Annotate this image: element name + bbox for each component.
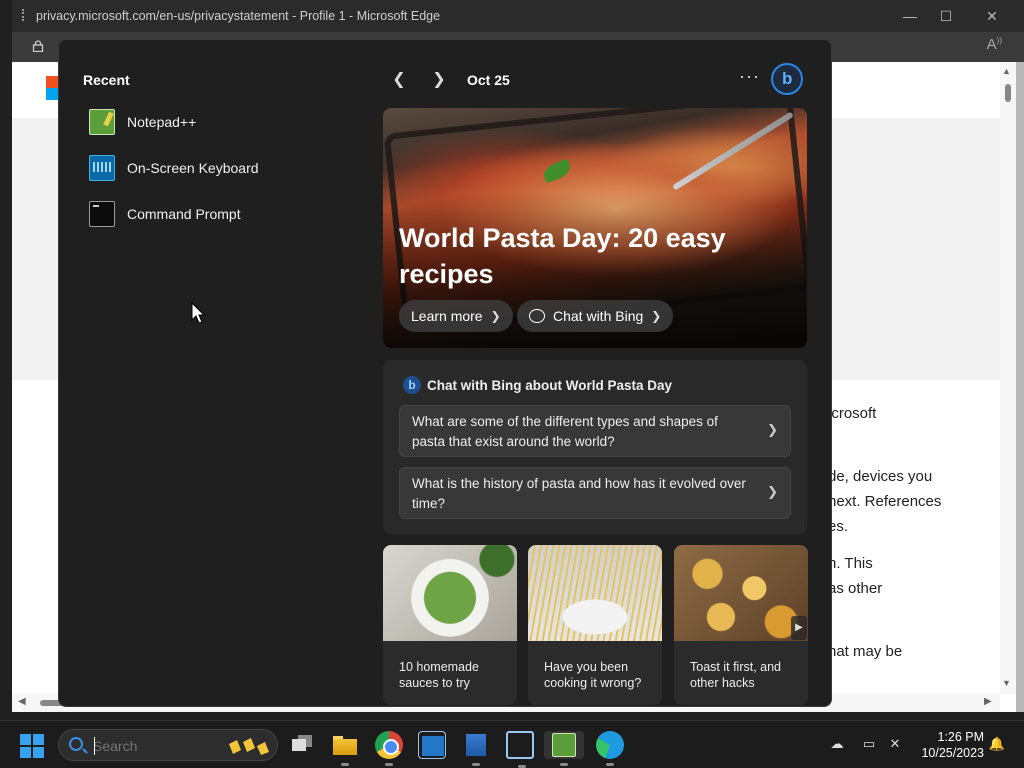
bing-icon[interactable]: b bbox=[771, 63, 803, 95]
recent-heading: Recent bbox=[83, 72, 130, 88]
notepad-plus-plus-icon bbox=[89, 109, 115, 135]
chrome-icon[interactable] bbox=[375, 731, 403, 766]
windows-98-vm-icon[interactable] bbox=[462, 731, 490, 766]
virtualbox-icon[interactable] bbox=[506, 731, 534, 768]
clock-date: 10/25/2023 bbox=[921, 746, 984, 760]
display-icon[interactable]: ▭ bbox=[860, 735, 878, 753]
learn-more-label: Learn more bbox=[411, 308, 483, 324]
chat-card-title: Chat with Bing about World Pasta Day bbox=[427, 377, 673, 393]
bing-chat-card: b Chat with Bing about World Pasta Day W… bbox=[383, 360, 807, 534]
chat-question-button[interactable]: What is the history of pasta and how has… bbox=[399, 467, 791, 519]
weather-icon[interactable]: ☁ bbox=[828, 735, 846, 753]
start-panel: Recent Notepad++ On-Screen Keyboard Comm… bbox=[58, 39, 832, 707]
more-options-button[interactable]: ··· bbox=[739, 66, 760, 87]
maximize-button[interactable]: ☐ bbox=[934, 4, 958, 28]
microsoft-logo bbox=[46, 76, 58, 100]
chat-question-text: What are some of the different types and… bbox=[412, 414, 718, 449]
story-tile-caption: Toast it first, and other hacks bbox=[690, 660, 782, 690]
chat-bubble-icon bbox=[529, 309, 545, 323]
story-tile-caption: 10 homemade sauces to try bbox=[399, 660, 479, 690]
read-aloud-icon[interactable]: A)) bbox=[987, 36, 1002, 53]
scroll-thumb[interactable] bbox=[1005, 84, 1011, 102]
notepad-plus-plus-taskbar-button[interactable] bbox=[544, 731, 584, 766]
system-clock[interactable]: 1:26 PM 10/25/2023 bbox=[912, 729, 984, 761]
toasted-pasta-image bbox=[674, 545, 808, 641]
story-tile-caption: Have you been cooking it wrong? bbox=[544, 660, 642, 690]
browser-title: privacy.microsoft.com/en-us/privacystate… bbox=[36, 9, 441, 23]
page-text: hat may be bbox=[828, 643, 903, 660]
recent-item-label: On-Screen Keyboard bbox=[127, 160, 259, 176]
taskbar-search[interactable] bbox=[58, 729, 278, 761]
scroll-left-icon[interactable]: ◀ bbox=[18, 696, 26, 707]
recent-item-on-screen-keyboard[interactable]: On-Screen Keyboard bbox=[89, 150, 349, 186]
start-button[interactable] bbox=[20, 734, 44, 758]
windows-app-icon[interactable] bbox=[418, 731, 446, 759]
text-caret bbox=[94, 737, 95, 755]
mouse-cursor-icon bbox=[191, 302, 205, 324]
search-icon bbox=[69, 737, 83, 751]
pesto-pasta-image bbox=[383, 545, 517, 641]
chat-question-text: What is the history of pasta and how has… bbox=[412, 476, 746, 511]
desktop-edge bbox=[1016, 62, 1024, 712]
task-view-icon[interactable] bbox=[288, 731, 316, 759]
lock-icon[interactable] bbox=[32, 40, 44, 52]
taskbar: ☁ ▭ ✕ 1:26 PM 10/25/2023 🔔 bbox=[0, 720, 1024, 768]
notification-bell-icon[interactable]: 🔔 bbox=[988, 735, 1006, 753]
scroll-up-icon[interactable]: ▲ bbox=[1002, 66, 1011, 76]
loading-icon bbox=[22, 9, 32, 21]
story-tile[interactable]: 10 homemade sauces to try bbox=[383, 545, 517, 705]
scroll-down-icon[interactable]: ▼ bbox=[1002, 678, 1011, 688]
current-date: Oct 25 bbox=[467, 72, 510, 88]
scroll-right-icon[interactable]: ▶ bbox=[984, 696, 992, 707]
chat-with-bing-label: Chat with Bing bbox=[553, 308, 644, 324]
search-input[interactable] bbox=[93, 737, 213, 755]
minimize-button[interactable]: — bbox=[898, 4, 922, 28]
command-prompt-icon bbox=[89, 201, 115, 227]
browser-titlebar: privacy.microsoft.com/en-us/privacystate… bbox=[12, 0, 1024, 32]
chevron-right-icon: ❯ bbox=[767, 422, 778, 437]
recent-item-notepad-plus-plus[interactable]: Notepad++ bbox=[89, 104, 349, 140]
chevron-right-icon: ❯ bbox=[767, 484, 778, 499]
file-explorer-icon[interactable] bbox=[331, 731, 359, 766]
story-tile[interactable]: Have you been cooking it wrong? bbox=[528, 545, 662, 705]
story-headline[interactable]: World Pasta Day: 20 easy recipes bbox=[399, 220, 759, 292]
learn-more-button[interactable]: Learn more ❯ bbox=[399, 300, 513, 332]
chevron-right-icon: ❯ bbox=[651, 309, 662, 323]
volume-muted-icon[interactable]: ✕ bbox=[886, 735, 904, 753]
previous-day-button[interactable]: ❮ bbox=[389, 70, 409, 90]
page-text: de, devices you bbox=[828, 468, 933, 485]
clock-time: 1:26 PM bbox=[937, 730, 984, 744]
tiles-next-button[interactable]: ▶ bbox=[791, 616, 807, 640]
vertical-scrollbar[interactable]: ▲ ▼ bbox=[1000, 62, 1016, 694]
bing-icon: b bbox=[403, 376, 421, 394]
notepad-plus-plus-icon bbox=[552, 733, 576, 757]
recent-item-label: Notepad++ bbox=[127, 114, 197, 130]
chat-with-bing-button[interactable]: Chat with Bing ❯ bbox=[517, 300, 674, 332]
close-button[interactable]: ✕ bbox=[980, 4, 1004, 28]
page-text: n. This bbox=[828, 555, 873, 572]
next-day-button[interactable]: ❯ bbox=[429, 70, 449, 90]
page-text: next. References bbox=[828, 493, 942, 510]
recent-item-command-prompt[interactable]: Command Prompt bbox=[89, 196, 349, 232]
edge-icon[interactable] bbox=[596, 731, 624, 766]
chat-card-heading: b Chat with Bing about World Pasta Day bbox=[403, 376, 672, 394]
chevron-right-icon: ❯ bbox=[490, 309, 501, 323]
chat-question-button[interactable]: What are some of the different types and… bbox=[399, 405, 791, 457]
on-screen-keyboard-icon bbox=[89, 155, 115, 181]
story-tile[interactable]: Toast it first, and other hacks bbox=[674, 545, 808, 705]
spaghetti-pot-image bbox=[528, 545, 662, 641]
search-highlight-icon bbox=[229, 738, 269, 755]
page-text: icrosoft bbox=[828, 405, 877, 422]
featured-story-card[interactable]: World Pasta Day: 20 easy recipes Learn m… bbox=[383, 108, 807, 348]
page-text: as other bbox=[828, 580, 883, 597]
recent-item-label: Command Prompt bbox=[127, 206, 241, 222]
